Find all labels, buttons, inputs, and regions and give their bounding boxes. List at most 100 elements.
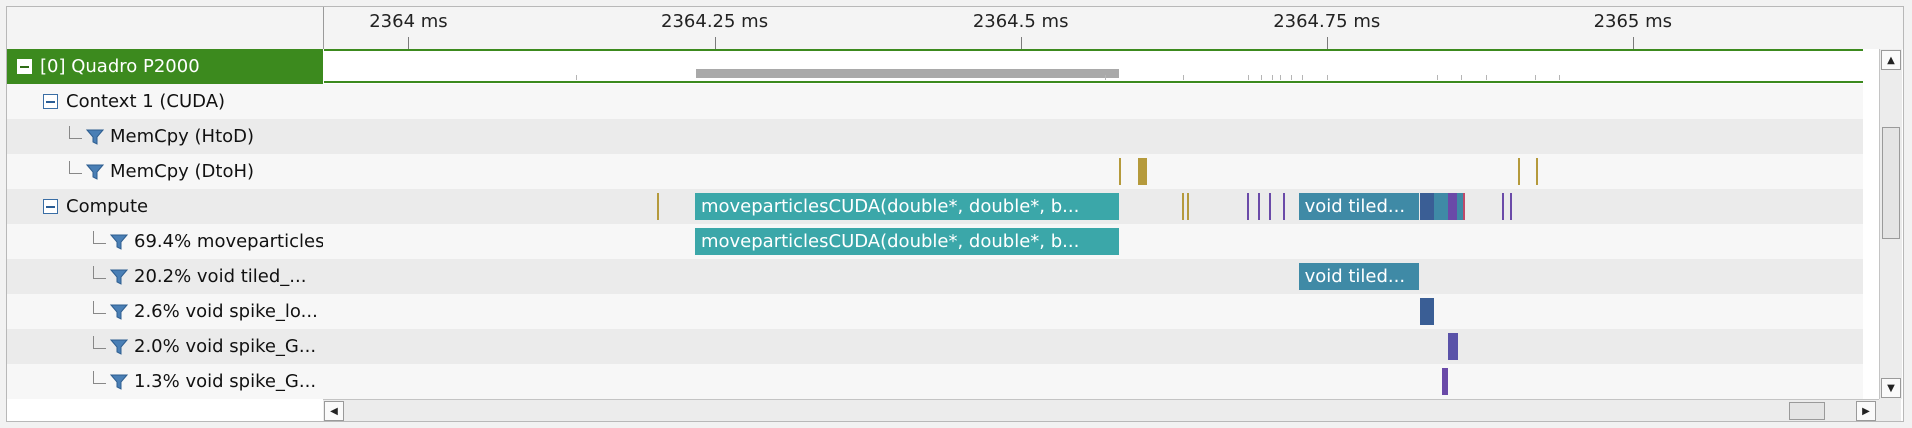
event-marker[interactable] xyxy=(1536,158,1539,185)
row-label-htod[interactable]: MemCpy (HtoD) xyxy=(7,119,323,154)
ruler-tick xyxy=(408,37,410,49)
event-marker[interactable] xyxy=(1447,193,1457,220)
scrollbar-corner xyxy=(1879,399,1901,421)
row-label-text: 69.4% moveparticles... xyxy=(134,231,323,252)
filter-icon[interactable] xyxy=(85,163,105,181)
tree-connector xyxy=(69,161,82,174)
timeline-track-gpu[interactable] xyxy=(324,49,1863,84)
event-marker[interactable] xyxy=(1501,193,1504,220)
gpu-activity-tick xyxy=(1183,75,1185,80)
filter-icon[interactable] xyxy=(85,128,105,146)
event-marker[interactable] xyxy=(1187,193,1190,220)
event-marker[interactable] xyxy=(1462,193,1465,220)
timeline-track-htod[interactable] xyxy=(324,119,1863,154)
filter-icon[interactable] xyxy=(109,303,129,321)
timeline-row-k2: 20.2% void tiled_... void tiled... xyxy=(7,259,1863,294)
arrow-down-icon[interactable]: ▼ xyxy=(1881,378,1901,398)
event-marker[interactable] xyxy=(1441,368,1448,395)
row-label-k5[interactable]: 1.3% void spike_G... xyxy=(7,364,323,399)
gpu-track-line-top xyxy=(324,49,1863,51)
arrow-right-icon[interactable]: ▶ xyxy=(1856,401,1876,421)
arrow-left-icon[interactable]: ◀ xyxy=(324,401,344,421)
timeline-row-dtoh: MemCpy (DtoH) xyxy=(7,154,1863,189)
timeline-track-compute[interactable]: moveparticlesCUDA(double*, double*, b...… xyxy=(324,189,1863,224)
time-ruler[interactable]: 2364 ms 2364.25 ms 2364.5 ms 2364.75 ms 2365… xyxy=(7,7,1903,49)
row-label-text: 2.6% void spike_lo... xyxy=(134,301,318,322)
event-marker[interactable] xyxy=(1510,193,1513,220)
row-label-text: Compute xyxy=(66,196,149,217)
row-label-text: MemCpy (DtoH) xyxy=(110,161,255,182)
timeline-view: 2364 ms 2364.25 ms 2364.5 ms 2364.75 ms 2365… xyxy=(0,0,1912,428)
filter-icon[interactable] xyxy=(109,268,129,286)
row-label-text: MemCpy (HtoD) xyxy=(110,126,255,147)
gpu-activity-tick xyxy=(1534,75,1536,80)
ruler-tick-label: 2364.75 ms xyxy=(1273,11,1381,32)
gpu-activity-tick xyxy=(1271,75,1273,80)
gpu-activity-bar xyxy=(696,69,1119,78)
horizontal-scrollbar[interactable]: ◀ ▶ xyxy=(323,399,1879,421)
ruler-tick xyxy=(1632,37,1634,49)
tree-connector xyxy=(93,231,106,244)
event-marker[interactable] xyxy=(1182,193,1185,220)
collapse-icon[interactable] xyxy=(43,199,58,214)
row-label-dtoh[interactable]: MemCpy (DtoH) xyxy=(7,154,323,189)
row-label-context[interactable]: Context 1 (CUDA) xyxy=(7,84,323,119)
row-label-text: 2.0% void spike_G... xyxy=(134,336,317,357)
event-marker[interactable] xyxy=(1419,193,1435,220)
event-marker[interactable] xyxy=(1517,158,1520,185)
event-marker[interactable] xyxy=(1434,193,1448,220)
row-label-k3[interactable]: 2.6% void spike_lo... xyxy=(7,294,323,329)
timeline-row-k4: 2.0% void spike_G... xyxy=(7,329,1863,364)
tree-connector xyxy=(69,126,82,139)
row-label-k4[interactable]: 2.0% void spike_G... xyxy=(7,329,323,364)
row-label-compute[interactable]: Compute xyxy=(7,189,323,224)
timeline-track-k1[interactable]: moveparticlesCUDA(double*, double*, b... xyxy=(324,224,1863,259)
gpu-activity-tick xyxy=(1280,75,1282,80)
vertical-scroll-thumb[interactable] xyxy=(1882,127,1900,239)
timeline-row-context: Context 1 (CUDA) xyxy=(7,84,1863,119)
timeline-track-k2[interactable]: void tiled... xyxy=(324,259,1863,294)
filter-icon[interactable] xyxy=(109,338,129,356)
gpu-activity-tick xyxy=(1291,75,1293,80)
timeline-track-k4[interactable] xyxy=(324,329,1863,364)
timeline-track-k5[interactable] xyxy=(324,364,1863,399)
kernel-bar[interactable]: moveparticlesCUDA(double*, double*, b... xyxy=(694,193,1119,220)
event-marker[interactable] xyxy=(1282,193,1285,220)
tree-connector xyxy=(93,371,106,384)
timeline-track-k3[interactable] xyxy=(324,294,1863,329)
kernel-bar[interactable]: void tiled... xyxy=(1298,263,1419,290)
vertical-scrollbar[interactable]: ▲ ▼ xyxy=(1879,49,1902,399)
row-label-text: 20.2% void tiled_... xyxy=(134,266,307,287)
ruler-tick xyxy=(714,37,716,49)
gpu-activity-tick xyxy=(1461,75,1463,80)
kernel-bar[interactable]: moveparticlesCUDA(double*, double*, b... xyxy=(694,228,1119,255)
tree-connector xyxy=(93,336,106,349)
timeline-track-context[interactable] xyxy=(324,84,1863,119)
gpu-activity-tick xyxy=(1326,75,1328,80)
row-label-gpu[interactable]: [0] Quadro P2000 xyxy=(7,49,323,84)
gpu-activity-tick xyxy=(1105,75,1107,80)
timeline-track-dtoh[interactable] xyxy=(324,154,1863,189)
arrow-up-icon[interactable]: ▲ xyxy=(1881,50,1901,70)
event-marker[interactable] xyxy=(1118,158,1121,185)
row-label-k2[interactable]: 20.2% void tiled_... xyxy=(7,259,323,294)
filter-icon[interactable] xyxy=(109,233,129,251)
collapse-icon[interactable] xyxy=(43,94,58,109)
kernel-bar[interactable]: void tiled... xyxy=(1298,193,1419,220)
row-label-k1[interactable]: 69.4% moveparticles... xyxy=(7,224,323,259)
event-marker[interactable] xyxy=(1258,193,1261,220)
event-marker[interactable] xyxy=(1419,298,1435,325)
event-marker[interactable] xyxy=(1138,158,1147,185)
timeline-row-k5: 1.3% void spike_G... xyxy=(7,364,1863,399)
gpu-track-line-bottom xyxy=(324,81,1863,83)
timeline-row-compute: Compute moveparticlesCUDA(double*, double… xyxy=(7,189,1863,224)
collapse-icon[interactable] xyxy=(17,59,32,74)
row-label-text: 1.3% void spike_G... xyxy=(134,371,317,392)
gpu-activity-tick xyxy=(576,75,578,80)
event-marker[interactable] xyxy=(1269,193,1272,220)
event-marker[interactable] xyxy=(657,193,660,220)
horizontal-scroll-thumb[interactable] xyxy=(1789,402,1825,420)
filter-icon[interactable] xyxy=(109,373,129,391)
event-marker[interactable] xyxy=(1247,193,1250,220)
event-marker[interactable] xyxy=(1447,333,1458,360)
